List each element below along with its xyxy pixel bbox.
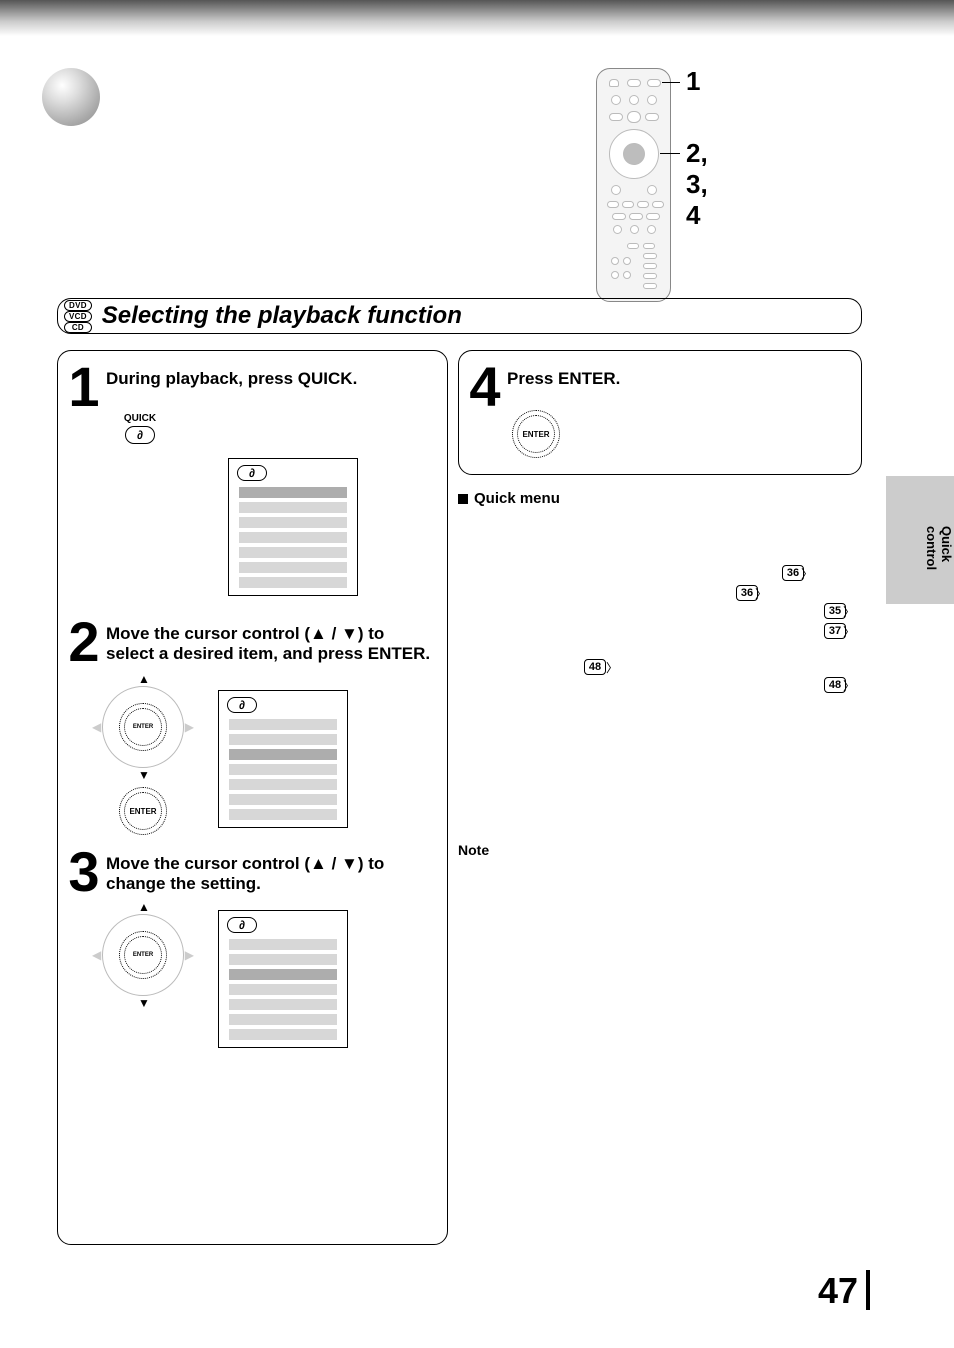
step-1: 1 During playback, press QUICK. [68, 365, 437, 409]
step-3-number: 3 [68, 850, 100, 894]
step-4: 4 Press ENTER. [469, 365, 851, 409]
side-tab-label: Quick control [924, 526, 954, 598]
badge-dvd: DVD [64, 300, 92, 311]
step-2-text: Move the cursor control (▲ / ▼) to selec… [106, 624, 437, 664]
decorative-sphere [42, 68, 100, 126]
step-3: 3 Move the cursor control (▲ / ▼) to cha… [68, 850, 437, 894]
step-2: 2 Move the cursor control (▲ / ▼) to sel… [68, 620, 437, 664]
badge-cd: CD [64, 322, 92, 333]
cursor-control-icon-2: ENTER ▲ ▼ ◀ ▶ [88, 900, 198, 1010]
step-3-text: Move the cursor control (▲ / ▼) to chang… [106, 854, 437, 894]
right-instruction-pane: 4 Press ENTER. ENTER [458, 350, 862, 475]
remote-callout-234: 2, 3, 4 [686, 138, 708, 231]
side-tab: Quick control [886, 476, 954, 604]
badge-vcd: VCD [64, 311, 92, 322]
page-number-mark [866, 1270, 870, 1310]
remote-callout-1: 1 [686, 66, 700, 97]
top-gradient [0, 0, 954, 36]
page-ref-48a: 48 [584, 659, 606, 675]
step-1-number: 1 [68, 365, 100, 409]
section-title: Selecting the playback function [102, 302, 462, 330]
enter-button-icon-2: ENTER [517, 415, 555, 453]
cursor-control-icon: ENTER ▲ ▼ ◀ ▶ [88, 672, 198, 782]
step-4-number: 4 [469, 365, 501, 409]
quick-menu: Quick menu 36〉 36〉 35〉 37〉 48〉 48〉 [458, 490, 862, 827]
left-instruction-pane: 1 During playback, press QUICK. QUICK ∂ … [57, 350, 448, 1245]
disc-badges: DVD VCD CD [64, 300, 92, 333]
step-2-number: 2 [68, 620, 100, 664]
page-number: 47 [818, 1270, 858, 1312]
section-title-bar: DVD VCD CD Selecting the playback functi… [57, 298, 862, 334]
osd-2: ∂ [218, 690, 348, 828]
osd-1: ∂ [228, 458, 358, 596]
quick-menu-heading: Quick menu [458, 490, 862, 507]
quick-button-label: QUICK [110, 413, 170, 424]
step-4-text: Press ENTER. [507, 369, 620, 389]
note-heading: Note [458, 842, 489, 858]
square-bullet-icon [458, 494, 468, 504]
osd-3: ∂ [218, 910, 348, 1048]
step-1-text: During playback, press QUICK. [106, 369, 357, 389]
enter-button-icon: ENTER [124, 792, 162, 830]
quick-button-icon: ∂ [125, 426, 155, 444]
remote-illustration: 1 2, 3, 4 [596, 68, 671, 302]
